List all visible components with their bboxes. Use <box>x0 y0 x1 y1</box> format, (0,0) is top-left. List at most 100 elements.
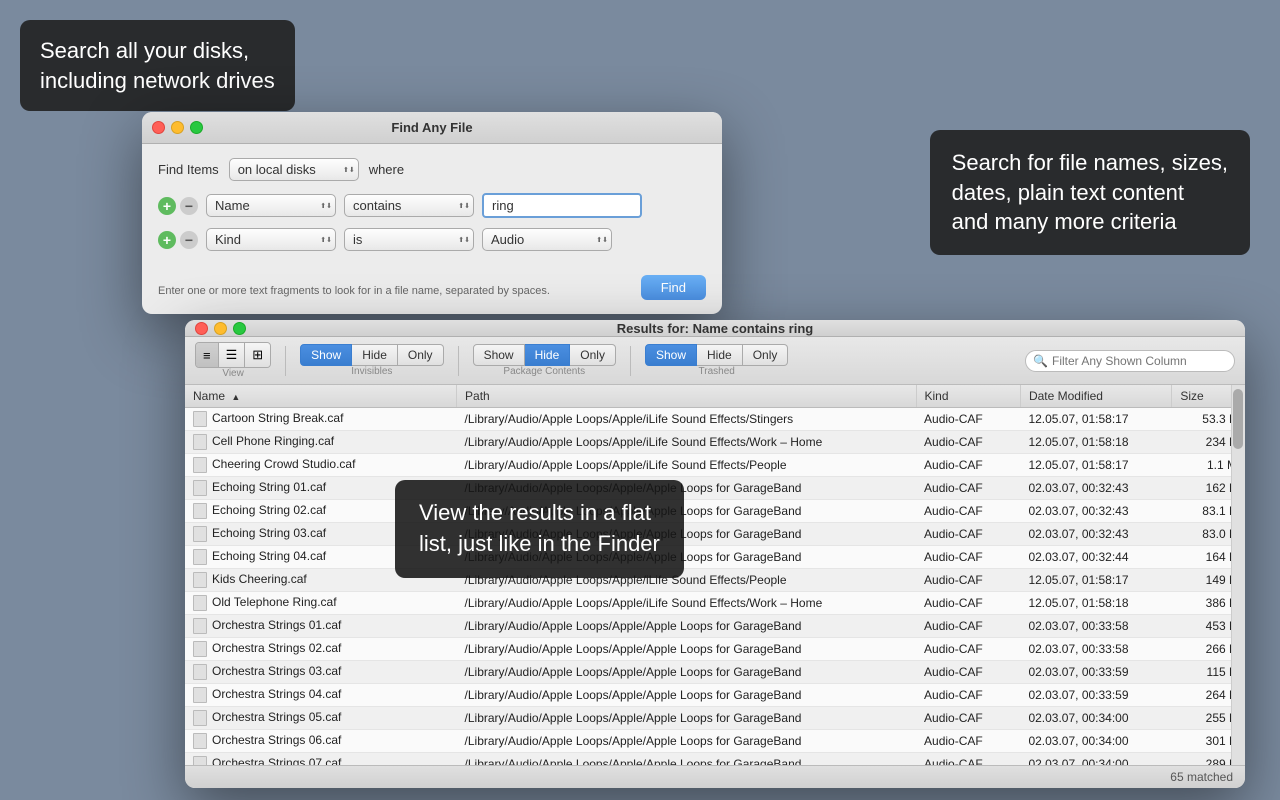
table-row[interactable]: Orchestra Strings 02.caf /Library/Audio/… <box>185 638 1245 661</box>
file-icon <box>193 687 207 703</box>
invisibles-show-button[interactable]: Show <box>300 344 352 366</box>
zoom-button[interactable] <box>190 121 203 134</box>
cell-date: 02.03.07, 00:33:58 <box>1020 615 1171 638</box>
cell-kind: Audio-CAF <box>916 753 1020 766</box>
dialog-title: Find Any File <box>391 120 472 135</box>
search-dialog: Find Any File Find Items on local disks … <box>142 112 722 314</box>
file-icon <box>193 595 207 611</box>
grid-icon: ⊞ <box>252 347 263 363</box>
cell-kind: Audio-CAF <box>916 408 1020 431</box>
table-row[interactable]: Kids Cheering.caf /Library/Audio/Apple L… <box>185 569 1245 592</box>
table-row[interactable]: Orchestra Strings 04.caf /Library/Audio/… <box>185 684 1245 707</box>
list-detail-icon: ☰ <box>226 347 238 363</box>
operator-select-1[interactable]: contains starts with ends with is <box>344 194 474 217</box>
value-select-wrapper-2[interactable]: Audio Video Image Document <box>482 228 612 251</box>
scrollbar-track[interactable] <box>1231 385 1245 765</box>
tooltip-search-criteria: Search for file names, sizes,dates, plai… <box>930 130 1250 255</box>
table-row[interactable]: Cheering Crowd Studio.caf /Library/Audio… <box>185 454 1245 477</box>
cell-date: 02.03.07, 00:32:44 <box>1020 546 1171 569</box>
field-select-1[interactable]: Name Kind Size Date Modified <box>206 194 336 217</box>
add-criteria-button-2[interactable]: + <box>158 231 176 249</box>
field-select-wrapper-2[interactable]: Kind Name Size Date Modified <box>206 228 336 251</box>
results-close-button[interactable] <box>195 322 208 335</box>
col-header-name[interactable]: Name ▲ <box>185 385 457 408</box>
overlay-line1: View the results in a flatlist, just lik… <box>419 500 660 556</box>
table-row[interactable]: Orchestra Strings 01.caf /Library/Audio/… <box>185 615 1245 638</box>
cell-kind: Audio-CAF <box>916 523 1020 546</box>
file-icon <box>193 411 207 427</box>
invisibles-hide-button[interactable]: Hide <box>352 344 398 366</box>
filter-input[interactable] <box>1025 350 1235 372</box>
cell-kind: Audio-CAF <box>916 707 1020 730</box>
cell-date: 02.03.07, 00:34:00 <box>1020 707 1171 730</box>
cell-date: 12.05.07, 01:58:18 <box>1020 431 1171 454</box>
value-select-2[interactable]: Audio Video Image Document <box>482 228 612 251</box>
operator-select-wrapper-2[interactable]: is is not contains <box>344 228 474 251</box>
find-button[interactable]: Find <box>641 275 706 300</box>
close-button[interactable] <box>152 121 165 134</box>
table-row[interactable]: Orchestra Strings 07.caf /Library/Audio/… <box>185 753 1245 766</box>
overlay-tooltip-flat-list: View the results in a flatlist, just lik… <box>395 480 684 578</box>
view-grid-button[interactable]: ⊞ <box>245 343 270 367</box>
invisibles-label: Invisibles <box>351 366 392 377</box>
cell-name: Orchestra Strings 04.caf <box>185 684 457 707</box>
remove-criteria-button-2[interactable]: − <box>180 231 198 249</box>
criteria-row-1: + − Name Kind Size Date Modified contain… <box>158 193 706 218</box>
col-header-path[interactable]: Path <box>457 385 917 408</box>
trashed-hide-button[interactable]: Hide <box>697 344 743 366</box>
cell-path: /Library/Audio/Apple Loops/Apple/Apple L… <box>457 661 917 684</box>
dialog-body: Find Items on local disks on all disks o… <box>142 144 722 277</box>
remove-criteria-button-1[interactable]: − <box>180 197 198 215</box>
table-row[interactable]: Cartoon String Break.caf /Library/Audio/… <box>185 408 1245 431</box>
view-detail-button[interactable]: ☰ <box>219 343 246 367</box>
table-row[interactable]: Orchestra Strings 06.caf /Library/Audio/… <box>185 730 1245 753</box>
trashed-only-button[interactable]: Only <box>743 344 789 366</box>
package-hide-button[interactable]: Hide <box>525 344 571 366</box>
trashed-buttons: Show Hide Only <box>645 344 788 366</box>
tooltip-search-disks: Search all your disks, including network… <box>20 20 295 111</box>
value-input-1[interactable] <box>482 193 642 218</box>
results-minimize-button[interactable] <box>214 322 227 335</box>
table-row[interactable]: Echoing String 03.caf /Library/Audio/App… <box>185 523 1245 546</box>
view-label: View <box>222 368 244 379</box>
package-show-button[interactable]: Show <box>473 344 525 366</box>
table-row[interactable]: Echoing String 04.caf /Library/Audio/App… <box>185 546 1245 569</box>
cell-kind: Audio-CAF <box>916 500 1020 523</box>
operator-select-2[interactable]: is is not contains <box>344 228 474 251</box>
scrollbar-thumb[interactable] <box>1233 389 1243 449</box>
minimize-button[interactable] <box>171 121 184 134</box>
table-row[interactable]: Old Telephone Ring.caf /Library/Audio/Ap… <box>185 592 1245 615</box>
location-select[interactable]: on local disks on all disks on specific … <box>229 158 359 181</box>
trashed-label: Trashed <box>699 366 735 377</box>
cell-date: 02.03.07, 00:34:00 <box>1020 730 1171 753</box>
file-icon <box>193 733 207 749</box>
results-traffic-lights <box>195 322 246 335</box>
cell-date: 12.05.07, 01:58:18 <box>1020 592 1171 615</box>
col-header-kind[interactable]: Kind <box>916 385 1020 408</box>
package-only-button[interactable]: Only <box>570 344 616 366</box>
add-criteria-button-1[interactable]: + <box>158 197 176 215</box>
table-row[interactable]: Echoing String 01.caf /Library/Audio/App… <box>185 477 1245 500</box>
table-row[interactable]: Orchestra Strings 05.caf /Library/Audio/… <box>185 707 1245 730</box>
trashed-show-button[interactable]: Show <box>645 344 697 366</box>
cell-date: 12.05.07, 01:58:17 <box>1020 454 1171 477</box>
field-select-2[interactable]: Kind Name Size Date Modified <box>206 228 336 251</box>
file-icon <box>193 641 207 657</box>
table-row[interactable]: Echoing String 02.caf /Library/Audio/App… <box>185 500 1245 523</box>
field-select-wrapper-1[interactable]: Name Kind Size Date Modified <box>206 194 336 217</box>
cell-date: 02.03.07, 00:33:59 <box>1020 684 1171 707</box>
location-select-wrapper[interactable]: on local disks on all disks on specific … <box>229 158 359 181</box>
table-row[interactable]: Orchestra Strings 03.caf /Library/Audio/… <box>185 661 1245 684</box>
status-bar: 65 matched <box>185 765 1245 788</box>
view-list-button[interactable]: ≡ <box>196 343 219 367</box>
results-zoom-button[interactable] <box>233 322 246 335</box>
traffic-lights <box>152 121 203 134</box>
col-header-date[interactable]: Date Modified <box>1020 385 1171 408</box>
cell-name: Orchestra Strings 06.caf <box>185 730 457 753</box>
file-icon <box>193 503 207 519</box>
invisibles-only-button[interactable]: Only <box>398 344 444 366</box>
results-table: Name ▲ Path Kind Date Modified Size Cart… <box>185 385 1245 765</box>
operator-select-wrapper-1[interactable]: contains starts with ends with is <box>344 194 474 217</box>
cell-path: /Library/Audio/Apple Loops/Apple/iLife S… <box>457 454 917 477</box>
table-row[interactable]: Cell Phone Ringing.caf /Library/Audio/Ap… <box>185 431 1245 454</box>
